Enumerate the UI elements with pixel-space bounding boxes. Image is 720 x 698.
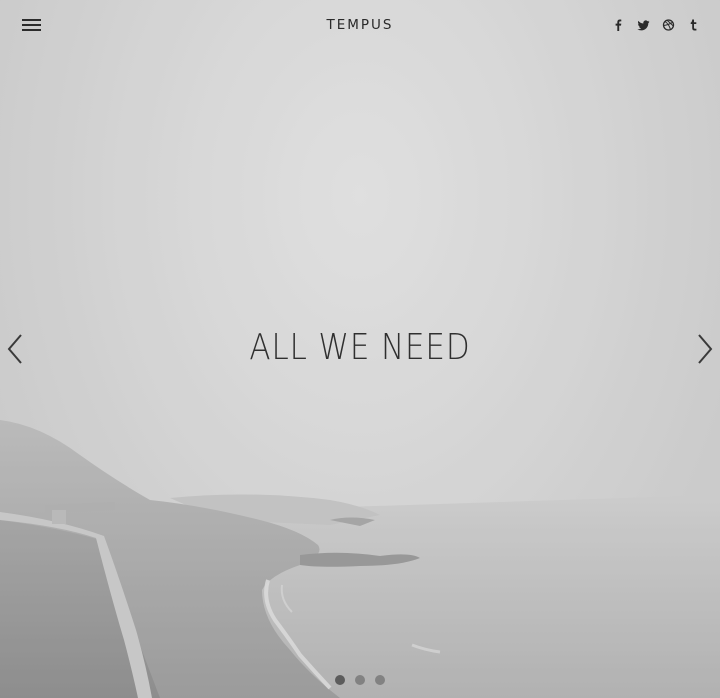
chevron-right-icon bbox=[698, 334, 713, 364]
slider-pagination bbox=[0, 675, 720, 685]
twitter-icon[interactable] bbox=[637, 18, 650, 32]
facebook-icon[interactable] bbox=[612, 18, 625, 32]
slide-headline: ALL WE NEED bbox=[249, 327, 471, 368]
slider-dot-3[interactable] bbox=[375, 675, 385, 685]
hero-slider: TEMPUS ALL WE NEED bbox=[0, 0, 720, 698]
slider-dot-2[interactable] bbox=[355, 675, 365, 685]
social-links bbox=[612, 18, 700, 32]
tumblr-icon[interactable] bbox=[687, 18, 700, 32]
header-bar: TEMPUS bbox=[0, 0, 720, 52]
chevron-left-icon bbox=[7, 334, 22, 364]
slider-next-button[interactable] bbox=[693, 333, 715, 365]
dribbble-icon[interactable] bbox=[662, 18, 675, 32]
slider-dot-1[interactable] bbox=[335, 675, 345, 685]
slider-prev-button[interactable] bbox=[5, 333, 27, 365]
